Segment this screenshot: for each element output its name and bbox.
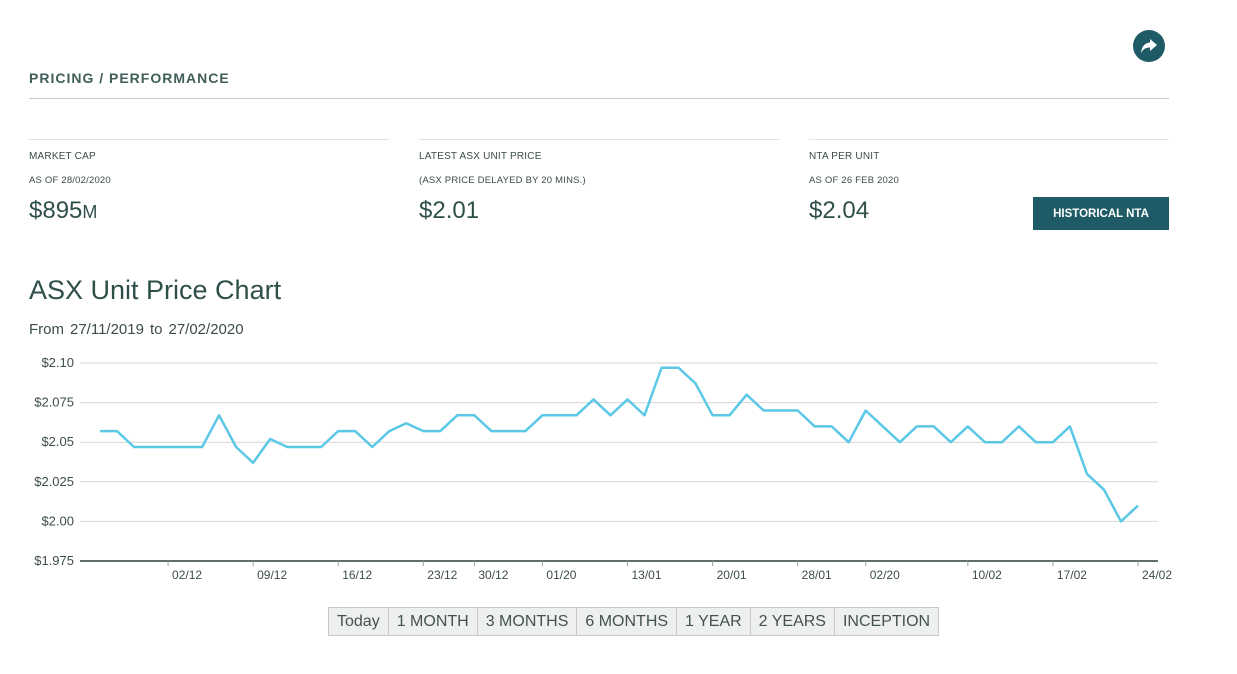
stat-divider <box>809 139 1169 140</box>
y-tick-label: $2.025 <box>34 474 74 489</box>
stat-divider <box>29 139 389 140</box>
x-tick-label: 02/12 <box>172 568 202 582</box>
stat-sublabel: AS OF 26 FEB 2020 <box>809 175 899 186</box>
stat-label: MARKET CAP <box>29 151 96 162</box>
x-tick-label: 10/02 <box>972 568 1002 582</box>
range-1-year-button[interactable]: 1 YEAR <box>677 608 751 635</box>
chart-title: ASX Unit Price Chart <box>29 275 282 305</box>
latest-price-stat: LATEST ASX UNIT PRICE (ASX PRICE DELAYED… <box>419 139 779 225</box>
x-tick-label: 20/01 <box>717 568 747 582</box>
stat-value: $895M <box>29 197 389 225</box>
section-divider <box>29 98 1169 99</box>
range-2-years-button[interactable]: 2 YEARS <box>750 608 835 635</box>
x-tick-label: 02/20 <box>870 568 900 582</box>
x-tick-label: 24/02 <box>1142 568 1172 582</box>
x-tick-label: 17/02 <box>1057 568 1087 582</box>
stat-label: LATEST ASX UNIT PRICE <box>419 151 542 162</box>
range-inception-button[interactable]: INCEPTION <box>834 608 939 635</box>
stat-value: $2.01 <box>419 197 779 225</box>
x-tick-label: 30/12 <box>478 568 508 582</box>
market-cap-stat: MARKET CAP AS OF 28/02/2020 $895M <box>29 139 389 225</box>
range-to-date: 27/02/2020 <box>168 321 244 338</box>
stat-divider <box>419 139 779 140</box>
share-button[interactable] <box>1133 30 1165 62</box>
y-tick-label: $2.05 <box>41 434 74 449</box>
y-tick-label: $1.975 <box>34 553 74 568</box>
x-tick-label: 13/01 <box>631 568 661 582</box>
price-series-line <box>100 366 1139 523</box>
historical-nta-button[interactable]: HISTORICAL NTA <box>1033 197 1169 230</box>
stat-value-suffix: M <box>82 202 98 222</box>
x-tick-label: 23/12 <box>427 568 457 582</box>
time-range-selector: Today 1 MONTH 3 MONTHS 6 MONTHS 1 YEAR 2… <box>328 607 940 636</box>
chart-date-range: From 27/11/2019 to 27/02/2020 <box>29 321 250 338</box>
stat-value-number: $2.04 <box>809 197 870 224</box>
stat-sublabel: AS OF 28/02/2020 <box>29 175 111 186</box>
price-chart: $2.10 $2.075 $2.05 $2.025 $2.00 $1.975 02/12 09… <box>34 355 1172 582</box>
stat-value-number: $2.01 <box>419 197 480 224</box>
range-today-button[interactable]: Today <box>329 608 389 635</box>
range-from-date: 27/11/2019 <box>70 321 144 338</box>
y-tick-label: $2.00 <box>41 513 74 528</box>
stat-sublabel: (ASX PRICE DELAYED BY 20 MINS.) <box>419 175 586 186</box>
x-tick-label: 01/20 <box>546 568 576 582</box>
x-tick-label: 28/01 <box>802 568 832 582</box>
range-to-label: to <box>149 321 163 338</box>
range-from-label: From <box>29 321 64 338</box>
x-tick-label: 09/12 <box>257 568 287 582</box>
range-3-months-button[interactable]: 3 MONTHS <box>477 608 578 635</box>
range-1-month-button[interactable]: 1 MONTH <box>388 608 478 635</box>
share-arrow-icon <box>1141 39 1157 53</box>
stat-value-number: $895 <box>29 197 83 224</box>
stat-label: NTA PER UNIT <box>809 151 880 162</box>
section-title: PRICING / PERFORMANCE <box>29 70 230 86</box>
y-tick-label: $2.10 <box>41 355 74 370</box>
range-6-months-button[interactable]: 6 MONTHS <box>577 608 678 635</box>
x-tick-label: 16/12 <box>342 568 372 582</box>
y-tick-label: $2.075 <box>34 395 74 410</box>
